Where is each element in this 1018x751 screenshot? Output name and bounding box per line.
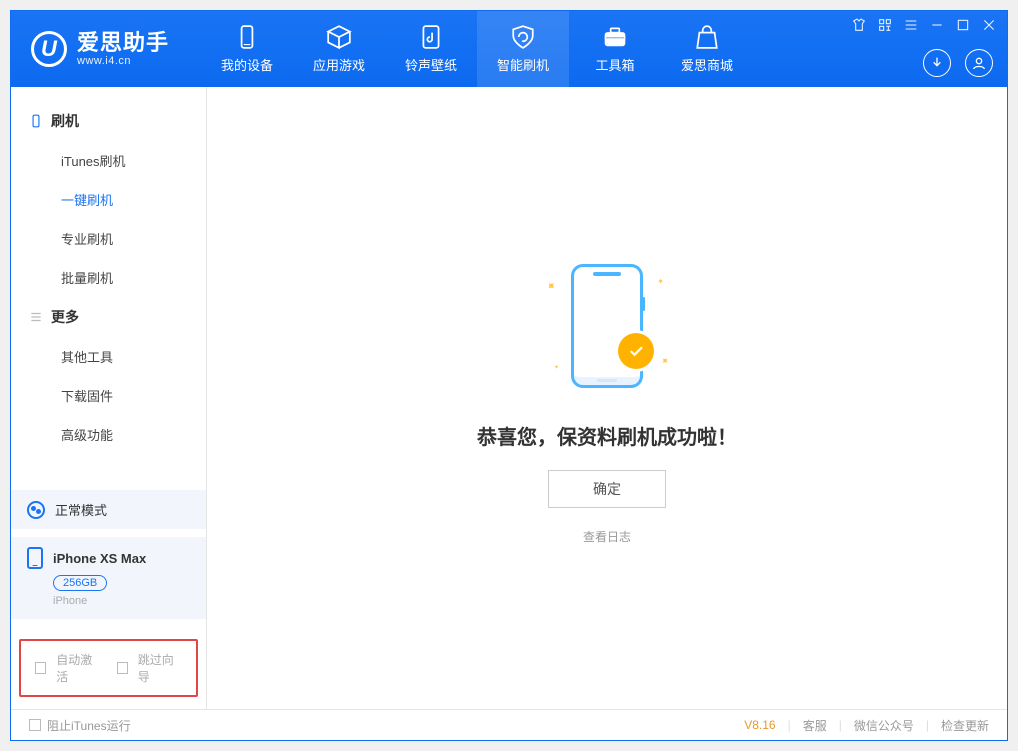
sidebar-content: 刷机 iTunes刷机 一键刷机 专业刷机 批量刷机 更多 其他工具 下载固件 … [11,87,206,490]
sidebar-item-other-tools[interactable]: 其他工具 [11,337,206,376]
checkmark-badge-icon [618,333,654,369]
brand-url: www.i4.cn [77,55,169,67]
skip-wizard-checkbox[interactable] [117,662,128,674]
minimize-icon[interactable] [929,17,945,33]
auto-activate-label: 自动激活 [56,651,100,685]
version-label: V8.16 [744,718,775,732]
group-title: 更多 [51,307,79,327]
box-icon [326,24,352,50]
brand: 爱思助手 www.i4.cn [77,31,169,67]
titlebar-controls [851,17,997,33]
skip-wizard-label: 跳过向导 [138,651,182,685]
view-log-link[interactable]: 查看日志 [583,528,631,545]
group-title: 刷机 [51,111,79,131]
flash-options-highlight: 自动激活 跳过向导 [19,639,198,697]
menu-icon[interactable] [903,17,919,33]
success-illustration: ✦ ✦ ✦ ✦ [532,251,682,401]
nav-smart-flash[interactable]: 智能刷机 [477,11,569,87]
body: 刷机 iTunes刷机 一键刷机 专业刷机 批量刷机 更多 其他工具 下载固件 … [11,87,1007,710]
shield-sync-icon [510,24,536,50]
sidebar-item-pro-flash[interactable]: 专业刷机 [11,219,206,258]
sparkle-icon: ✦ [657,355,671,369]
sparkle-icon: ✦ [543,277,560,294]
ok-button[interactable]: 确定 [548,470,666,508]
device-mode-status[interactable]: 正常模式 [11,490,206,529]
music-file-icon [418,24,444,50]
shirt-icon[interactable] [851,17,867,33]
nav-my-device[interactable]: 我的设备 [201,11,293,87]
sidebar-item-batch-flash[interactable]: 批量刷机 [11,258,206,297]
nav-label: 我的设备 [221,55,273,74]
auto-activate-checkbox[interactable] [35,662,46,674]
nav-label: 工具箱 [596,55,635,74]
close-icon[interactable] [981,17,997,33]
success-message: 恭喜您，保资料刷机成功啦！ [477,421,737,450]
brand-name: 爱思助手 [77,31,169,55]
phone-illustration-body [571,264,643,388]
nav-label: 智能刷机 [497,55,549,74]
sidebar-group-more: 更多 其他工具 下载固件 高级功能 [11,297,206,454]
device-icon [234,24,260,50]
nav-ringtones-wallpapers[interactable]: 铃声壁纸 [385,11,477,87]
main-content: ✦ ✦ ✦ ✦ 恭喜您，保资料刷机成功啦！ 确定 查看日志 [207,87,1007,709]
mode-label: 正常模式 [55,500,107,519]
bag-icon [694,24,720,50]
sparkle-icon: ✦ [554,364,559,371]
phone-small-icon [29,114,43,128]
sidebar-item-download-firmware[interactable]: 下载固件 [11,376,206,415]
toolbox-icon [602,24,628,50]
nav-toolbox[interactable]: 工具箱 [569,11,661,87]
sidebar-group-more-header[interactable]: 更多 [11,297,206,337]
sidebar-item-one-click-flash[interactable]: 一键刷机 [11,180,206,219]
phone-icon [27,547,43,569]
sidebar-device-card[interactable]: iPhone XS Max 256GB iPhone [11,537,206,619]
download-button[interactable] [923,49,951,77]
footer: 阻止iTunes运行 V8.16 | 客服 | 微信公众号 | 检查更新 [11,710,1007,740]
sidebar-item-itunes-flash[interactable]: iTunes刷机 [11,141,206,180]
sparkle-icon: ✦ [657,277,664,286]
qr-icon[interactable] [877,17,893,33]
nav-tabs: 我的设备 应用游戏 铃声壁纸 智能刷机 工具箱 爱思商城 [201,11,753,87]
nav-apps-games[interactable]: 应用游戏 [293,11,385,87]
device-type: iPhone [53,595,190,607]
sidebar-group-flash: 刷机 iTunes刷机 一键刷机 专业刷机 批量刷机 [11,101,206,297]
header: U 爱思助手 www.i4.cn 我的设备 应用游戏 铃声壁纸 智能刷机 [11,11,1007,87]
account-button[interactable] [965,49,993,77]
sidebar-item-advanced[interactable]: 高级功能 [11,415,206,454]
sidebar-group-flash-header[interactable]: 刷机 [11,101,206,141]
device-capacity: 256GB [53,575,107,591]
logo-area: U 爱思助手 www.i4.cn [11,31,189,67]
nav-label: 应用游戏 [313,55,365,74]
maximize-icon[interactable] [955,17,971,33]
list-icon [29,310,43,324]
sidebar: 刷机 iTunes刷机 一键刷机 专业刷机 批量刷机 更多 其他工具 下载固件 … [11,87,207,709]
nav-label: 爱思商城 [681,55,733,74]
nav-store[interactable]: 爱思商城 [661,11,753,87]
nav-label: 铃声壁纸 [405,55,457,74]
app-window: U 爱思助手 www.i4.cn 我的设备 应用游戏 铃声壁纸 智能刷机 [10,10,1008,741]
device-name: iPhone XS Max [53,551,146,566]
logo-icon: U [31,31,67,67]
header-right-actions [923,49,993,77]
block-itunes-checkbox[interactable] [29,719,41,731]
mode-icon [27,501,45,519]
